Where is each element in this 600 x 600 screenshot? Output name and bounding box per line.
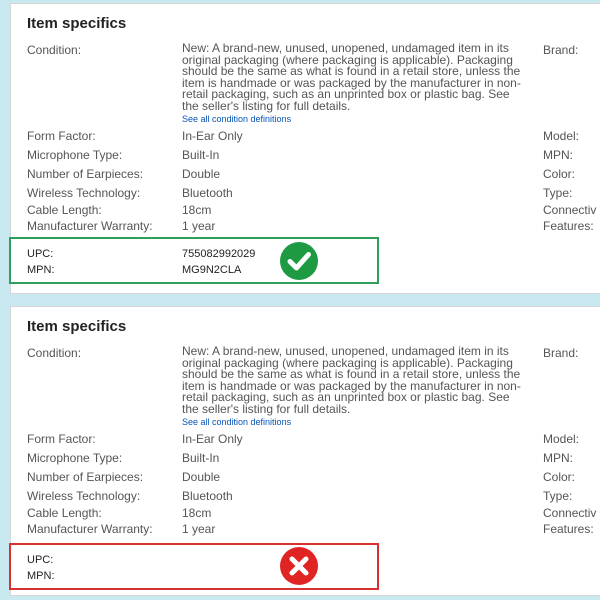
condition-text: New: A brand-new, unused, unopened, unda… [182,344,521,416]
upc-mpn-highlight-box-correct: UPC: 755082992029 MPN: MG9N2CLA [9,237,379,284]
check-circle-icon [280,242,318,280]
upc-mpn-highlight-box-incorrect: UPC: MPN: [9,543,379,590]
right-label-model: Model: [543,432,580,446]
spec-value-form-factor: In-Ear Only [182,432,243,446]
spec-label-warranty: Manufacturer Warranty: [27,219,153,233]
right-label-color: Color: [543,470,576,484]
mpn-label: MPN: [27,570,55,582]
spec-label-earpieces: Number of Earpieces: [27,470,144,484]
right-label-type: Type: [543,186,573,200]
spec-value-warranty: 1 year [182,522,216,536]
item-specifics-panel-correct: Item specifics Condition: New: A brand-n… [9,3,600,294]
spec-label-warranty: Manufacturer Warranty: [27,522,153,536]
spec-value-microphone-type: Built-In [182,451,220,465]
spec-label-cable-length: Cable Length: [27,506,102,520]
condition-value: New: A brand-new, unused, unopened, unda… [182,344,522,427]
mpn-value: MG9N2CLA [182,264,242,276]
spec-label-microphone-type: Microphone Type: [27,451,123,465]
x-circle-icon [280,547,318,585]
right-label-color: Color: [543,167,576,181]
right-label-brand: Brand: [543,43,579,57]
spec-label-earpieces: Number of Earpieces: [27,167,144,181]
spec-label-form-factor: Form Factor: [27,129,96,143]
section-title: Item specifics [27,318,127,335]
spec-value-microphone-type: Built-In [182,148,220,162]
condition-value: New: A brand-new, unused, unopened, unda… [182,41,522,124]
upc-value: 755082992029 [182,248,256,260]
right-label-connectivity: Connectiv [543,203,597,217]
mpn-label: MPN: [27,264,55,276]
spec-label-wireless: Wireless Technology: [27,489,141,503]
spec-value-warranty: 1 year [182,219,216,233]
right-label-model: Model: [543,129,580,143]
item-specifics-panel-incorrect: Item specifics Condition: New: A brand-n… [9,306,600,596]
spec-value-wireless: Bluetooth [182,489,233,503]
spec-value-form-factor: In-Ear Only [182,129,243,143]
right-label-brand: Brand: [543,346,579,360]
spec-value-wireless: Bluetooth [182,186,233,200]
right-label-connectivity: Connectiv [543,506,597,520]
condition-definitions-link[interactable]: See all condition definitions [182,417,522,427]
upc-label: UPC: [27,554,54,566]
right-label-features: Features: [543,522,594,536]
condition-label: Condition: [27,43,82,57]
right-label-type: Type: [543,489,573,503]
spec-value-cable-length: 18cm [182,506,212,520]
right-label-mpn: MPN: [543,148,573,162]
spec-label-wireless: Wireless Technology: [27,186,141,200]
right-label-features: Features: [543,219,594,233]
condition-definitions-link[interactable]: See all condition definitions [182,114,522,124]
upc-label: UPC: [27,248,54,260]
spec-label-microphone-type: Microphone Type: [27,148,123,162]
spec-value-earpieces: Double [182,167,221,181]
right-label-mpn: MPN: [543,451,573,465]
condition-text: New: A brand-new, unused, unopened, unda… [182,41,521,113]
spec-label-form-factor: Form Factor: [27,432,96,446]
condition-label: Condition: [27,346,82,360]
spec-value-cable-length: 18cm [182,203,212,217]
spec-label-cable-length: Cable Length: [27,203,102,217]
spec-value-earpieces: Double [182,470,221,484]
section-title: Item specifics [27,15,127,32]
